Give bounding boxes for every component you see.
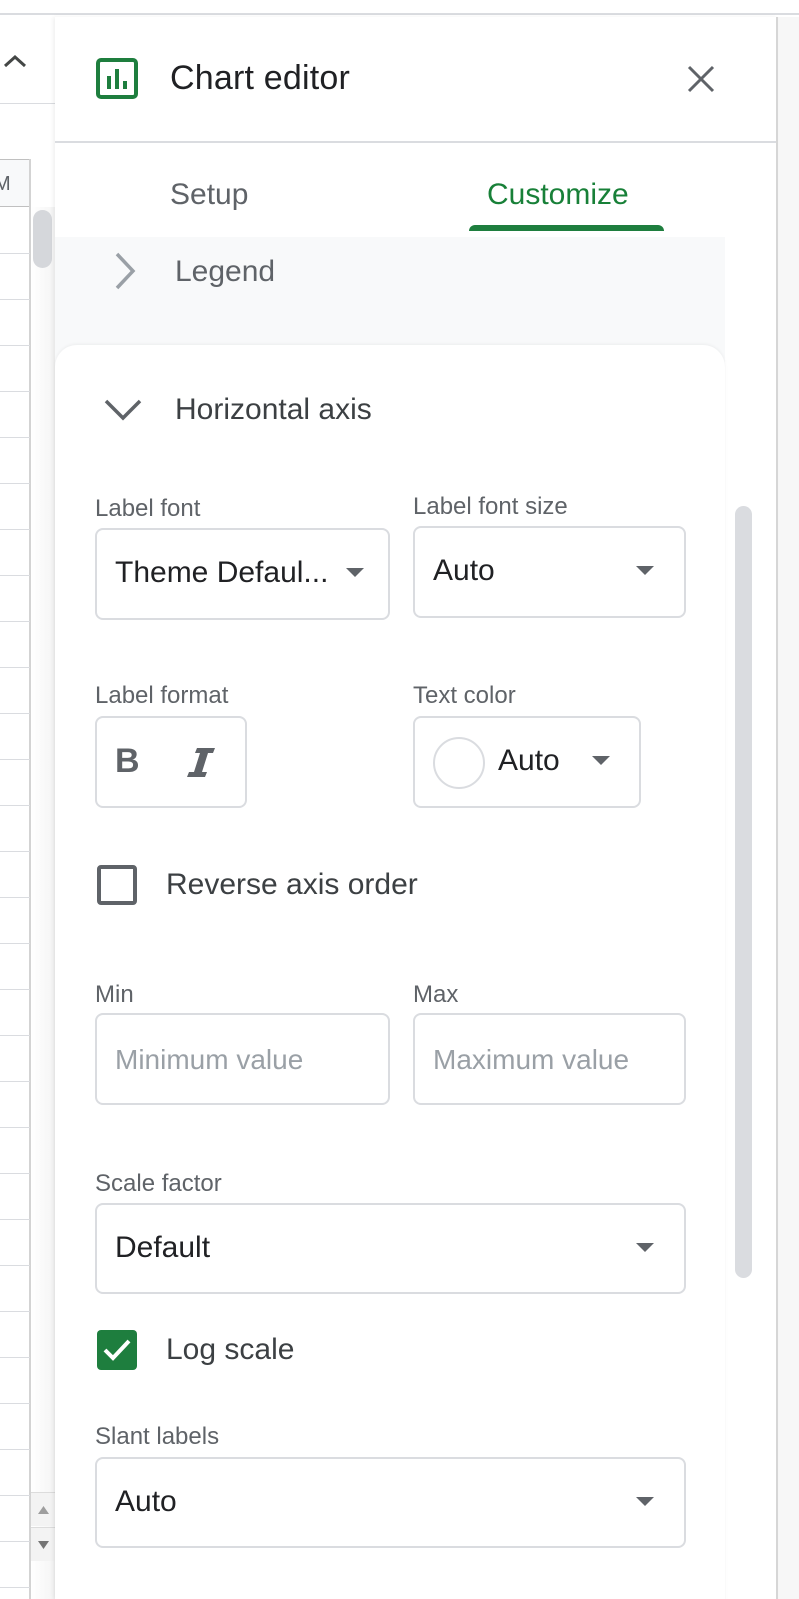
row-gridline bbox=[0, 759, 30, 760]
row-gridline bbox=[0, 897, 30, 898]
top-strip bbox=[0, 0, 799, 15]
row-gridline bbox=[0, 1265, 30, 1266]
bold-icon[interactable]: B bbox=[115, 742, 155, 782]
row-gridline bbox=[0, 299, 30, 300]
label-font-size-select[interactable]: Auto bbox=[413, 526, 686, 618]
toolbar-divider bbox=[0, 103, 56, 104]
column-header-label: M bbox=[0, 173, 11, 195]
row-gridline bbox=[0, 1173, 30, 1174]
label-font-value: Theme Defaul... bbox=[115, 556, 329, 589]
dropdown-caret-icon bbox=[636, 1497, 654, 1506]
dropdown-caret-icon bbox=[636, 566, 654, 575]
row-gridline bbox=[0, 1587, 30, 1588]
row-gridline bbox=[0, 989, 30, 990]
editor-title: Chart editor bbox=[170, 59, 351, 97]
text-color-select[interactable]: Auto bbox=[413, 716, 641, 808]
close-icon[interactable] bbox=[683, 61, 719, 97]
row-gridline bbox=[0, 805, 30, 806]
reverse-axis-order-label[interactable]: Reverse axis order bbox=[166, 868, 418, 902]
text-color-value: Auto bbox=[498, 744, 560, 777]
row-gridline bbox=[0, 1311, 30, 1312]
slant-labels-label: Slant labels bbox=[95, 1423, 220, 1450]
row-gridline bbox=[0, 345, 30, 346]
row-gridline bbox=[0, 1403, 30, 1404]
label-font-size-value: Auto bbox=[433, 554, 495, 587]
row-gridline bbox=[0, 391, 30, 392]
bar-chart-icon bbox=[96, 58, 138, 99]
slant-labels-select[interactable]: Auto bbox=[95, 1457, 686, 1548]
panel-scrollbar-thumb[interactable] bbox=[735, 506, 752, 1278]
row-gridline bbox=[0, 943, 30, 944]
row-gridline bbox=[0, 713, 30, 714]
color-swatch bbox=[433, 737, 485, 789]
italic-icon[interactable] bbox=[185, 742, 225, 782]
chart-editor-panel: Chart editor Setup Customize Legend Hori… bbox=[55, 17, 778, 1599]
dropdown-caret-icon bbox=[592, 756, 610, 765]
scale-factor-select[interactable]: Default bbox=[95, 1203, 686, 1294]
chevron-up-icon[interactable] bbox=[2, 51, 28, 71]
text-color-label: Text color bbox=[413, 682, 516, 709]
chevron-right-icon bbox=[113, 251, 137, 291]
sheet-scrollbar-thumb[interactable] bbox=[33, 210, 52, 268]
spreadsheet-area: M bbox=[0, 17, 56, 1599]
chevron-down-icon bbox=[103, 397, 143, 423]
scale-factor-label: Scale factor bbox=[95, 1170, 222, 1197]
scroll-up-arrow-icon[interactable] bbox=[31, 1492, 56, 1526]
min-label: Min bbox=[95, 981, 134, 1008]
column-divider bbox=[29, 159, 31, 1599]
tab-customize[interactable]: Customize bbox=[487, 178, 629, 212]
row-gridline bbox=[0, 575, 30, 576]
active-tab-indicator bbox=[469, 225, 664, 231]
row-gridline bbox=[0, 1495, 30, 1496]
dropdown-caret-icon bbox=[636, 1243, 654, 1252]
scale-factor-value: Default bbox=[115, 1231, 211, 1264]
row-gridline bbox=[0, 483, 30, 484]
row-gridline bbox=[0, 1357, 30, 1358]
min-value-placeholder: Minimum value bbox=[115, 1044, 304, 1075]
right-edge bbox=[778, 17, 799, 1599]
max-value-input[interactable]: Maximum value bbox=[413, 1013, 686, 1105]
max-label: Max bbox=[413, 981, 459, 1008]
customize-content: Legend Horizontal axis Label font Label … bbox=[55, 237, 725, 1599]
label-font-size-label: Label font size bbox=[413, 493, 568, 520]
row-gridline bbox=[0, 529, 30, 530]
scroll-down-arrow-icon[interactable] bbox=[31, 1527, 56, 1561]
max-value-placeholder: Maximum value bbox=[433, 1044, 630, 1075]
reverse-axis-order-checkbox[interactable] bbox=[97, 865, 137, 905]
label-font-label: Label font bbox=[95, 495, 201, 522]
dropdown-caret-icon bbox=[346, 568, 364, 577]
row-gridline bbox=[0, 437, 30, 438]
row-gridline bbox=[0, 621, 30, 622]
tab-setup[interactable]: Setup bbox=[170, 178, 248, 212]
section-horizontal-axis-label: Horizontal axis bbox=[175, 393, 372, 426]
log-scale-checkbox[interactable] bbox=[97, 1330, 137, 1370]
row-gridline bbox=[0, 1081, 30, 1082]
section-horizontal-axis[interactable]: Horizontal axis bbox=[55, 375, 725, 445]
row-gridline bbox=[0, 1127, 30, 1128]
editor-header: Chart editor bbox=[55, 17, 776, 143]
row-gridline bbox=[0, 1219, 30, 1220]
label-format-label: Label format bbox=[95, 682, 229, 709]
sheet-scroll-gutter bbox=[31, 207, 56, 1599]
row-gridline bbox=[0, 851, 30, 852]
column-header-m[interactable]: M bbox=[0, 159, 30, 207]
horizontal-axis-card: Horizontal axis Label font Label font si… bbox=[55, 345, 725, 1599]
slant-labels-value: Auto bbox=[115, 1485, 177, 1518]
row-gridline bbox=[0, 1541, 30, 1542]
section-legend[interactable]: Legend bbox=[55, 237, 725, 325]
row-gridline bbox=[0, 1035, 30, 1036]
label-font-select[interactable]: Theme Defaul... bbox=[95, 528, 390, 620]
row-gridline bbox=[0, 667, 30, 668]
min-value-input[interactable]: Minimum value bbox=[95, 1013, 390, 1105]
section-legend-label: Legend bbox=[175, 255, 276, 288]
row-gridline bbox=[0, 253, 30, 254]
editor-tabs: Setup Customize bbox=[55, 145, 776, 237]
row-gridline bbox=[0, 1449, 30, 1450]
label-format-group: B bbox=[95, 716, 247, 808]
log-scale-label[interactable]: Log scale bbox=[166, 1333, 294, 1367]
